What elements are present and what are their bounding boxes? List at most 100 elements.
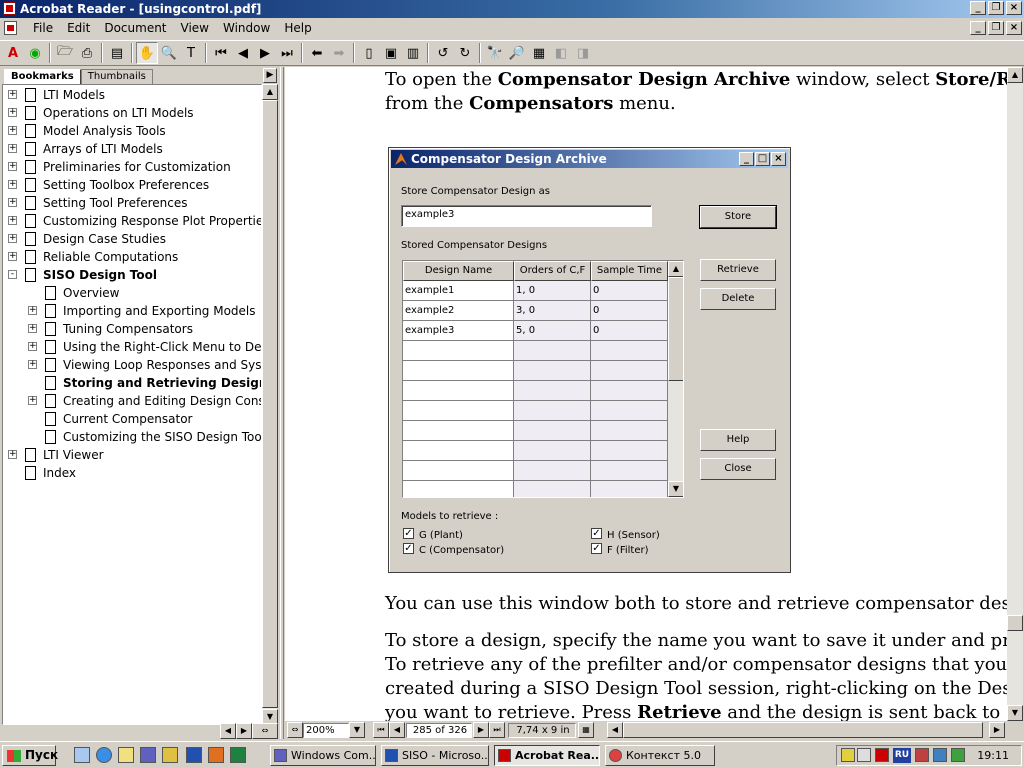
tools-icon[interactable] xyxy=(162,747,178,763)
menu-window[interactable]: Window xyxy=(216,18,277,38)
start-button[interactable]: Пуск xyxy=(2,745,58,766)
menu-help[interactable]: Help xyxy=(277,18,318,38)
bookmark-item[interactable]: + Importing and Exporting Models xyxy=(3,302,261,320)
table-scroll-thumb[interactable] xyxy=(668,277,683,381)
page-number-field[interactable]: 285 of 326 xyxy=(406,723,472,738)
doc-scroll-down-icon[interactable]: ▼ xyxy=(1007,705,1023,721)
search-results-icon[interactable]: ▦ xyxy=(528,42,550,64)
page-layout-icon[interactable]: ⇔ xyxy=(287,722,303,738)
find-icon[interactable]: 🔭 xyxy=(484,42,506,64)
task-windows-commander[interactable]: Windows Com... xyxy=(270,745,376,766)
checkbox-c-compensator[interactable]: ✓ xyxy=(403,543,414,554)
bookmark-vscrollbar[interactable]: ▲ ▼ xyxy=(262,84,278,725)
table-row[interactable] xyxy=(403,341,668,361)
bookmark-item[interactable]: Customizing the SISO Design Tool xyxy=(3,428,261,446)
column-header-design-name[interactable]: Design Name xyxy=(403,261,514,281)
zoom-tool-icon[interactable]: 🔍 xyxy=(158,42,180,64)
table-cell[interactable] xyxy=(591,401,668,421)
print-icon[interactable]: ⎙ xyxy=(76,42,98,64)
antivirus-icon[interactable] xyxy=(875,748,889,762)
document-vscrollbar[interactable]: ▲ ▼ xyxy=(1007,67,1023,721)
hscroll-right-icon[interactable]: ▶ xyxy=(989,722,1005,738)
internet-explorer-icon[interactable] xyxy=(96,747,112,763)
tab-thumbnails[interactable]: Thumbnails xyxy=(80,69,153,85)
column-header-orders[interactable]: Orders of C,F xyxy=(514,261,591,281)
close-button-dialog[interactable]: Close xyxy=(700,458,776,480)
checkbox-h-sensor[interactable]: ✓ xyxy=(591,528,602,539)
bookmark-item[interactable]: + LTI Viewer xyxy=(3,446,261,464)
search-previous-icon[interactable]: ◧ xyxy=(550,42,572,64)
table-vscrollbar[interactable]: ▲ ▼ xyxy=(668,261,683,497)
go-back-icon[interactable]: ⬅ xyxy=(306,42,328,64)
menu-edit[interactable]: Edit xyxy=(60,18,97,38)
zoom-field[interactable]: 200% xyxy=(303,723,349,738)
bookmark-item[interactable]: + Viewing Loop Responses and System xyxy=(3,356,261,374)
tab-bookmarks[interactable]: Bookmarks xyxy=(4,69,81,85)
bookmark-item[interactable]: + LTI Models xyxy=(3,86,261,104)
scroll-up-icon[interactable]: ▲ xyxy=(262,84,278,100)
expand-icon[interactable]: + xyxy=(28,396,37,405)
table-cell[interactable] xyxy=(514,441,591,461)
table-cell[interactable]: 0 xyxy=(591,301,668,321)
table-cell[interactable] xyxy=(514,341,591,361)
search-next-icon[interactable]: ◨ xyxy=(572,42,594,64)
expand-icon[interactable]: + xyxy=(8,108,17,117)
restore-button[interactable]: ❐ xyxy=(988,1,1004,15)
bookmark-item[interactable]: Storing and Retrieving Designs xyxy=(3,374,261,392)
nav-scroll-left-icon[interactable]: ◀ xyxy=(220,723,236,739)
table-cell[interactable]: example2 xyxy=(403,301,514,321)
table-cell[interactable]: 0 xyxy=(591,321,668,341)
table-cell[interactable] xyxy=(403,481,514,497)
hscroll-thumb[interactable] xyxy=(623,722,983,738)
page-layout-mode-icon[interactable]: ▦ xyxy=(578,722,594,738)
document-icon[interactable] xyxy=(4,21,17,35)
bookmark-item[interactable]: + Arrays of LTI Models xyxy=(3,140,261,158)
tray-tool-icon[interactable] xyxy=(841,748,855,762)
excel-icon[interactable] xyxy=(230,747,246,763)
bookmark-item[interactable]: - SISO Design Tool xyxy=(3,266,261,284)
task-acrobat-reader[interactable]: Acrobat Rea... xyxy=(494,745,600,766)
doc-scroll-up-icon[interactable]: ▲ xyxy=(1007,67,1023,83)
menu-view[interactable]: View xyxy=(174,18,216,38)
doc-restore-button[interactable]: ❐ xyxy=(988,21,1004,35)
help-button[interactable]: Help xyxy=(700,429,776,451)
table-cell[interactable]: 1, 0 xyxy=(514,281,591,301)
previous-page-icon[interactable]: ◀ xyxy=(232,42,254,64)
bookmark-item[interactable]: + Model Analysis Tools xyxy=(3,122,261,140)
table-scroll-down-icon[interactable]: ▼ xyxy=(668,481,683,497)
design-name-input[interactable]: example3 xyxy=(401,205,652,227)
table-cell[interactable] xyxy=(514,361,591,381)
checkbox-f-filter[interactable]: ✓ xyxy=(591,543,602,554)
expand-icon[interactable]: + xyxy=(8,450,17,459)
table-cell[interactable]: 5, 0 xyxy=(514,321,591,341)
expand-icon[interactable]: + xyxy=(8,162,17,171)
status-previous-page-icon[interactable]: ◀ xyxy=(389,722,405,738)
bookmark-item[interactable]: + Reliable Computations xyxy=(3,248,261,266)
show-desktop-icon[interactable] xyxy=(74,747,90,763)
bookmark-item[interactable]: + Tuning Compensators xyxy=(3,320,261,338)
first-page-icon[interactable]: ⏮ xyxy=(210,42,232,64)
doc-minimize-button[interactable]: _ xyxy=(970,21,986,35)
go-forward-icon[interactable]: ➡ xyxy=(328,42,350,64)
table-cell[interactable] xyxy=(591,481,668,497)
expand-icon[interactable]: + xyxy=(28,324,37,333)
table-row[interactable] xyxy=(403,381,668,401)
status-next-page-icon[interactable]: ▶ xyxy=(473,722,489,738)
expand-icon[interactable]: + xyxy=(8,90,17,99)
network-icon[interactable] xyxy=(933,748,947,762)
bookmark-item[interactable]: + Using the Right-Click Menu to Design xyxy=(3,338,261,356)
minimize-button[interactable]: _ xyxy=(970,1,986,15)
table-cell[interactable] xyxy=(591,361,668,381)
table-cell[interactable] xyxy=(591,421,668,441)
powerpoint-icon[interactable] xyxy=(208,747,224,763)
bookmark-item[interactable]: + Preliminaries for Customization xyxy=(3,158,261,176)
fit-width-icon[interactable]: ▥ xyxy=(402,42,424,64)
table-scroll-up-icon[interactable]: ▲ xyxy=(668,261,683,277)
outlook-icon[interactable] xyxy=(118,747,134,763)
store-button[interactable]: Store xyxy=(699,205,777,229)
table-cell[interactable] xyxy=(403,381,514,401)
expand-icon[interactable]: + xyxy=(28,360,37,369)
doc-close-button[interactable]: × xyxy=(1006,21,1022,35)
table-cell[interactable] xyxy=(403,361,514,381)
table-row[interactable]: example3 5, 00 xyxy=(403,321,668,341)
